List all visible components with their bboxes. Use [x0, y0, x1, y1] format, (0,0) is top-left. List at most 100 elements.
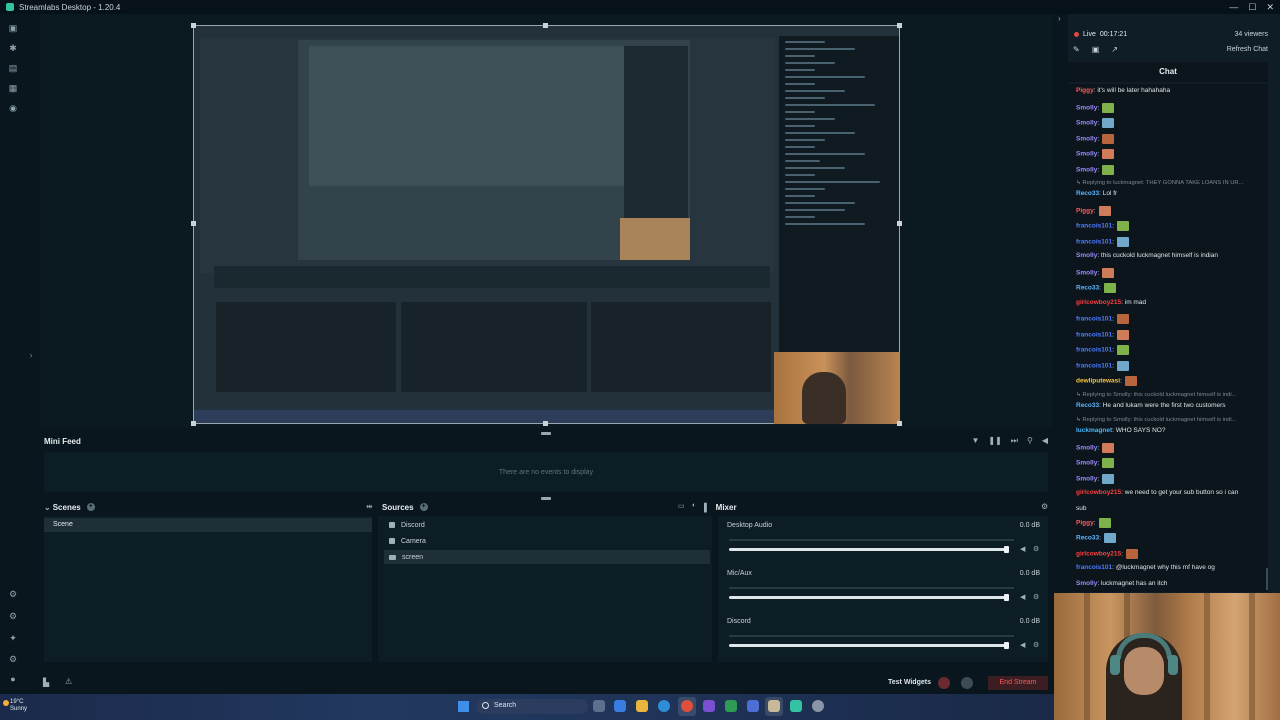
resize-handle[interactable]	[191, 221, 196, 226]
chat-username[interactable]: girlcowboy215	[1076, 299, 1121, 306]
source-visibility-icon[interactable]: ◐	[692, 502, 696, 509]
speaker-icon[interactable]: ◀	[1020, 545, 1025, 553]
chat-username[interactable]: Smolly	[1076, 460, 1097, 467]
task-view-icon[interactable]	[593, 700, 605, 712]
chat-username[interactable]: Piggy	[1076, 87, 1094, 94]
chat-collapse-icon[interactable]: ›	[1058, 14, 1061, 23]
chat-window-icon[interactable]: ▣	[1092, 45, 1100, 54]
refresh-chat-button[interactable]: Refresh Chat	[1227, 46, 1268, 53]
app-icon-blue[interactable]	[747, 700, 759, 712]
resize-handle[interactable]	[897, 421, 902, 426]
chat-username[interactable]: dewliputewasi	[1076, 378, 1120, 385]
chat-scrollbar[interactable]	[1266, 568, 1268, 590]
mute-alerts-icon[interactable]: ⚲	[1027, 436, 1033, 446]
streamlabs-taskbar-icon[interactable]	[790, 700, 802, 712]
resize-handle[interactable]	[191, 421, 196, 426]
chat-username[interactable]: Reco33	[1076, 402, 1099, 409]
camera-source-preview[interactable]	[774, 352, 900, 424]
chat-username[interactable]: Smolly	[1076, 166, 1097, 173]
speaker-icon[interactable]: ◀	[1020, 641, 1025, 649]
chat-username[interactable]: Piggy	[1076, 207, 1094, 214]
mixer-settings-icon[interactable]: ⚙	[1041, 502, 1048, 511]
record-button[interactable]	[938, 677, 950, 689]
volume-icon[interactable]: ◀	[1042, 436, 1048, 446]
resize-handle[interactable]	[897, 23, 902, 28]
mixer-collapse-icon[interactable]: ▌	[704, 503, 710, 512]
volume-slider[interactable]	[729, 548, 1009, 551]
chat-username[interactable]: Smolly	[1076, 135, 1097, 142]
end-stream-button[interactable]: End Stream	[988, 676, 1048, 690]
scene-transitions-icon[interactable]: ⇹	[366, 502, 373, 511]
volume-slider-thumb[interactable]	[1004, 642, 1009, 649]
chat-username[interactable]: francois101	[1076, 331, 1112, 338]
chat-username[interactable]: francois101	[1076, 316, 1112, 323]
pause-icon[interactable]: ❚❚	[988, 436, 1001, 446]
windows-start-icon[interactable]	[458, 701, 469, 712]
resize-handle[interactable]	[543, 421, 548, 426]
app-icon-purple[interactable]	[703, 700, 715, 712]
chat-username[interactable]: francois101	[1076, 347, 1112, 354]
alert-icon[interactable]: ⚠	[65, 677, 72, 686]
close-button[interactable]: ✕	[1266, 2, 1274, 13]
test-widgets-button[interactable]: Test Widgets	[888, 679, 931, 686]
chat-username[interactable]: Smolly	[1076, 120, 1097, 127]
skip-icon[interactable]: ⏭	[1011, 436, 1018, 446]
app-icon-grey[interactable]	[812, 700, 824, 712]
collapse-icon[interactable]: ⌄	[44, 503, 51, 512]
chat-username[interactable]: Reco33	[1076, 190, 1099, 197]
filter-icon[interactable]: ▼	[971, 436, 979, 446]
chat-username[interactable]: girlcowboy215	[1076, 550, 1121, 557]
resize-handle[interactable]	[897, 221, 902, 226]
settings-icon[interactable]: ⚙	[8, 611, 18, 621]
source-folder-icon[interactable]: ▭	[678, 502, 685, 510]
chat-username[interactable]: Smolly	[1076, 104, 1097, 111]
collapse-arrow-icon[interactable]: ›	[26, 350, 36, 360]
chat-username[interactable]: Reco33	[1076, 535, 1099, 542]
minimize-button[interactable]: —	[1229, 2, 1238, 12]
source-item-screen[interactable]: screen	[384, 550, 710, 564]
maximize-button[interactable]: ☐	[1248, 2, 1256, 13]
add-source-button[interactable]: +	[419, 503, 428, 511]
add-scene-button[interactable]: +	[86, 503, 95, 511]
speaker-icon[interactable]: ◀	[1020, 593, 1025, 601]
dashboard-icon[interactable]: ◉	[8, 103, 18, 113]
chat-username[interactable]: Piggy	[1076, 519, 1094, 526]
chat-username[interactable]: Smolly	[1076, 580, 1097, 587]
popout-icon[interactable]: ↗	[1111, 45, 1118, 54]
replay-buffer-button[interactable]	[961, 677, 973, 689]
editor-icon[interactable]: ▣	[8, 23, 18, 33]
source-item-camera[interactable]: Camera	[384, 534, 710, 548]
volume-slider-thumb[interactable]	[1004, 594, 1009, 601]
copilot-icon[interactable]	[614, 700, 626, 712]
edge-icon[interactable]	[658, 700, 670, 712]
channel-settings-icon[interactable]: ⚙	[1033, 593, 1039, 601]
studio-mode-icon[interactable]: ✦	[8, 633, 18, 643]
apps-icon[interactable]: ▦	[8, 83, 18, 93]
help-icon[interactable]: ⚙	[8, 589, 18, 599]
file-explorer-icon[interactable]	[636, 700, 648, 712]
resize-handle[interactable]	[191, 23, 196, 28]
resize-handle[interactable]	[543, 23, 548, 28]
chat-username[interactable]: Smolly	[1076, 151, 1097, 158]
chat-username[interactable]: Smolly	[1076, 444, 1097, 451]
chat-username[interactable]: francois101	[1076, 564, 1112, 571]
xbox-icon[interactable]	[725, 700, 737, 712]
performance-icon[interactable]: ▙	[43, 678, 49, 687]
themes-icon[interactable]: ✱	[8, 43, 18, 53]
source-item-discord[interactable]: Discord	[384, 518, 710, 532]
chat-username[interactable]: francois101	[1076, 238, 1112, 245]
chrome-icon[interactable]	[681, 700, 693, 712]
chat-messages[interactable]: Piggy: it's will be later hahahaha Smolly…	[1068, 84, 1268, 592]
store-icon[interactable]: ▤	[8, 63, 18, 73]
chat-username[interactable]: Smolly	[1076, 269, 1097, 276]
channel-settings-icon[interactable]: ⚙	[1033, 641, 1039, 649]
chat-username[interactable]: Smolly	[1076, 475, 1097, 482]
chat-username[interactable]: Smolly	[1076, 252, 1097, 259]
chat-username[interactable]: Reco33	[1076, 285, 1099, 292]
volume-slider[interactable]	[729, 644, 1009, 647]
taskbar-search[interactable]: Search	[476, 699, 588, 714]
volume-slider[interactable]	[729, 596, 1009, 599]
channel-settings-icon[interactable]: ⚙	[1033, 545, 1039, 553]
chat-username[interactable]: luckmagnet	[1076, 427, 1112, 434]
panel-resize-bar[interactable]	[541, 497, 551, 500]
